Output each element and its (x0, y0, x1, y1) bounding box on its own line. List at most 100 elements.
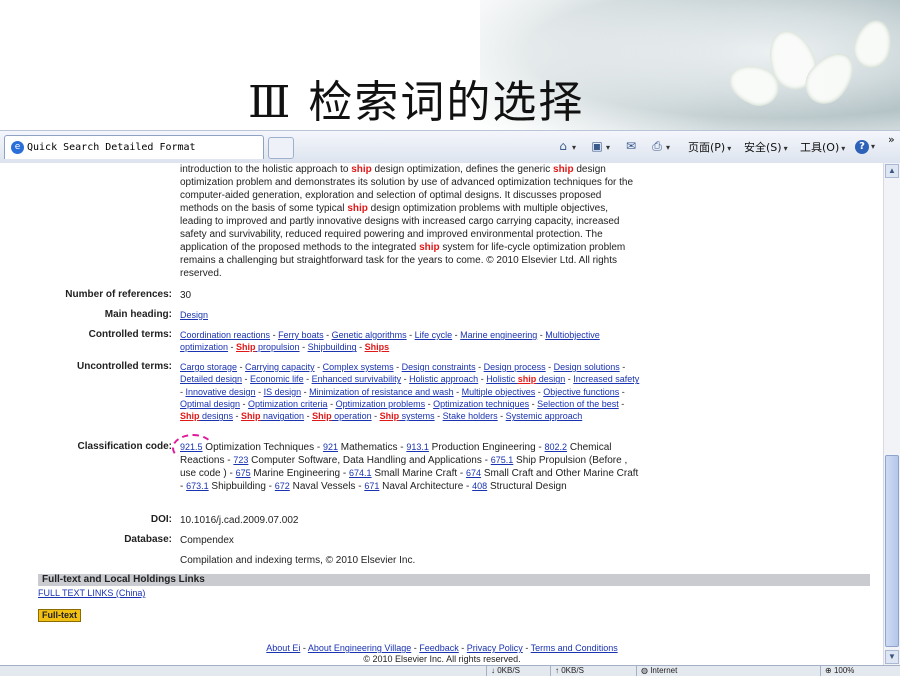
footer-links: About Ei - About Engineering Village - F… (0, 643, 884, 653)
uncontrolled-term-link[interactable]: Holistic ship design (486, 374, 565, 384)
term-separator: - (242, 374, 251, 385)
uncontrolled-term-link[interactable]: Ship designs (180, 411, 233, 421)
classification-name: Naval Architecture (379, 481, 464, 492)
uncontrolled-term-link[interactable]: Stake holders (443, 411, 498, 421)
uncontrolled-terms-list: Cargo storage - Carrying capacity - Comp… (180, 361, 640, 422)
uncontrolled-term-link[interactable]: Detailed design (180, 374, 242, 384)
uncontrolled-term-link[interactable]: Objective functions (543, 387, 619, 397)
field-label: Database: (124, 534, 172, 545)
uncontrolled-term-link[interactable]: Design process (484, 362, 546, 372)
classification-code-link[interactable]: 675.1 (491, 455, 514, 465)
uncontrolled-term-link[interactable]: IS design (264, 387, 302, 397)
uncontrolled-term-link[interactable]: Enhanced survivability (312, 374, 402, 384)
uncontrolled-term-link[interactable]: Complex systems (323, 362, 394, 372)
uncontrolled-term-link[interactable]: Cargo storage (180, 362, 237, 372)
annotation-circle (172, 434, 214, 462)
uncontrolled-term-link[interactable]: Ship operation (312, 411, 372, 421)
classification-code-link[interactable]: 672 (275, 481, 290, 491)
controlled-term-link[interactable]: Life cycle (415, 330, 453, 340)
uncontrolled-term-link[interactable]: Economic life (250, 374, 304, 384)
browser-tab[interactable]: e Quick Search Detailed Format (4, 135, 264, 159)
classification-code-link[interactable]: 802.2 (545, 442, 568, 452)
new-tab-button[interactable] (268, 137, 294, 159)
term-text: design (536, 374, 566, 385)
main-heading-link[interactable]: Design (180, 310, 208, 320)
classification-code-link[interactable]: 913.1 (406, 442, 429, 452)
page-menu[interactable]: 页面(P) ▾ (688, 139, 731, 155)
uncontrolled-term-link[interactable]: Optimization criteria (248, 399, 328, 409)
print-button[interactable]: ⎙ ▾ (650, 139, 670, 153)
classification-code-link[interactable]: 675 (236, 468, 251, 478)
term-separator: - (300, 643, 308, 653)
uncontrolled-term-link[interactable]: Design constraints (402, 362, 476, 372)
uncontrolled-term-link[interactable]: Systemic approach (506, 411, 583, 421)
feeds-button[interactable]: ▣ ▾ (590, 139, 610, 153)
term-text: Economic life (250, 374, 304, 385)
feeds-icon: ▣ (591, 139, 603, 153)
full-text-button[interactable]: Full-text (38, 609, 81, 622)
term-separator: - (393, 362, 402, 372)
vertical-scrollbar[interactable]: ▲ ▼ (883, 163, 900, 665)
classification-code-link[interactable]: 674.1 (349, 468, 372, 478)
term-separator: - (304, 411, 313, 422)
home-icon: ⌂ (559, 139, 567, 153)
classification-name: Small Craft and Other Marine Craft (481, 468, 639, 479)
classification-code-link[interactable]: 408 (472, 481, 487, 491)
chevron-down-icon: ▾ (783, 144, 788, 153)
term-text: Shipbuilding (307, 342, 357, 353)
full-text-links-link[interactable]: FULL TEXT LINKS (China) (38, 588, 145, 598)
classification-code-link[interactable]: 674 (466, 468, 481, 478)
page-menu-label: 页面(P) (688, 141, 726, 154)
uncontrolled-term-link[interactable]: Minimization of resistance and wash (309, 387, 454, 397)
tools-menu[interactable]: 工具(O) ▾ (800, 139, 845, 155)
safety-menu[interactable]: 安全(S) ▾ (744, 139, 788, 155)
controlled-term-link[interactable]: Ferry boats (278, 330, 324, 340)
term-text: Optimization criteria (248, 398, 328, 409)
chevron-down-icon: ▾ (727, 144, 732, 153)
controlled-term-link[interactable]: Ship propulsion (236, 342, 300, 352)
uncontrolled-term-link[interactable]: Optimal design (180, 399, 240, 409)
term-text: Objective functions (543, 386, 620, 397)
uncontrolled-term-link[interactable]: Selection of the best (537, 399, 619, 409)
highlight-term: ship (517, 374, 537, 385)
controlled-term-link[interactable]: Coordination reactions (180, 330, 270, 340)
classification-code-link[interactable]: 671 (364, 481, 379, 491)
footer-link[interactable]: Feedback (419, 643, 459, 653)
term-text: Optimization problems (335, 398, 426, 409)
controlled-terms-list: Coordination reactions - Ferry boats - G… (180, 329, 640, 354)
controlled-term-link[interactable]: Genetic algorithms (332, 330, 407, 340)
scroll-thumb[interactable] (885, 455, 899, 647)
uncontrolled-term-link[interactable]: Ship navigation (241, 411, 304, 421)
help-button[interactable]: ? ▾ (855, 139, 875, 154)
uncontrolled-term-link[interactable]: Optimization problems (336, 399, 426, 409)
footer-link[interactable]: About Engineering Village (308, 643, 411, 653)
uncontrolled-term-link[interactable]: Multiple objectives (462, 387, 536, 397)
classification-code-link[interactable]: 673.1 (186, 481, 209, 491)
footer-link[interactable]: Privacy Policy (467, 643, 523, 653)
controlled-term-link[interactable]: Shipbuilding (308, 342, 357, 352)
classification-code-link[interactable]: 723 (233, 455, 248, 465)
footer-link[interactable]: About Ei (266, 643, 300, 653)
uncontrolled-term-link[interactable]: Optimization techniques (433, 399, 529, 409)
classification-code-link[interactable]: 921 (323, 442, 338, 452)
uncontrolled-term-link[interactable]: Ship systems (380, 411, 435, 421)
scroll-down-arrow[interactable]: ▼ (885, 650, 899, 664)
uncontrolled-term-link[interactable]: Design solutions (554, 362, 620, 372)
doi-value: 10.1016/j.cad.2009.07.002 (180, 515, 299, 526)
mail-button[interactable]: ✉ (624, 139, 638, 153)
footer-link[interactable]: Terms and Conditions (531, 643, 618, 653)
home-button[interactable]: ⌂ ▾ (556, 139, 576, 153)
term-text: Stake holders (442, 411, 498, 422)
scroll-up-arrow[interactable]: ▲ (885, 164, 899, 178)
controlled-term-link[interactable]: Ships (365, 342, 390, 352)
uncontrolled-term-link[interactable]: Holistic approach (409, 374, 478, 384)
controlled-term-link[interactable]: Marine engineering (460, 330, 537, 340)
uncontrolled-term-link[interactable]: Increased safety (573, 374, 639, 384)
highlight-term: Ship (241, 411, 261, 422)
uncontrolled-term-link[interactable]: Carrying capacity (245, 362, 315, 372)
term-text: Cargo storage (180, 362, 238, 372)
uncontrolled-term-link[interactable]: Innovative design (186, 387, 256, 397)
mail-icon: ✉ (625, 139, 637, 153)
more-chevron[interactable]: » (888, 133, 895, 146)
term-separator: - (425, 398, 434, 409)
